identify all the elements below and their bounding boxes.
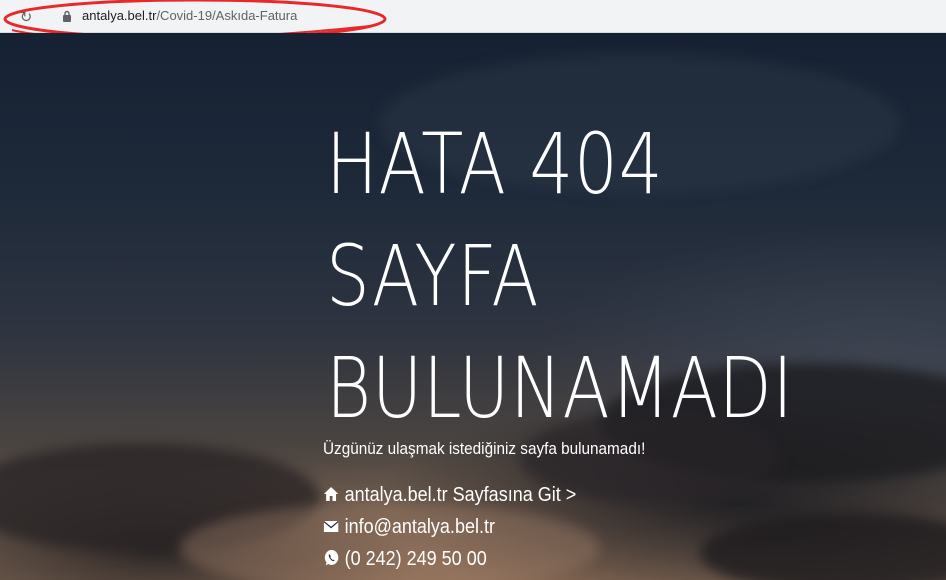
- headline-line-3: BULUNAMADI: [326, 339, 794, 437]
- reload-icon[interactable]: ↻: [18, 9, 34, 25]
- lock-icon[interactable]: [62, 10, 72, 22]
- browser-address-bar: ↻ antalya.bel.tr/Covid-19/Askıda-Fatura: [0, 0, 946, 41]
- phone-row[interactable]: (0 242) 249 50 00: [323, 546, 487, 572]
- error-subtitle: Üzgünüz ulaşmak istediğiniz sayfa buluna…: [323, 439, 646, 458]
- whatsapp-icon: [324, 550, 339, 566]
- email-row[interactable]: info@antalya.bel.tr: [323, 514, 495, 540]
- headline-line-2: SAYFA: [326, 227, 540, 325]
- phone-number[interactable]: (0 242) 249 50 00: [345, 548, 487, 570]
- url-path: /Covid-19/Askıda-Fatura: [156, 8, 298, 23]
- headline-line-1: HATA 404: [326, 115, 664, 213]
- url-field[interactable]: antalya.bel.tr/Covid-19/Askıda-Fatura: [82, 7, 297, 25]
- email-link[interactable]: info@antalya.bel.tr: [345, 516, 495, 538]
- error-headline: HATA 404 SAYFA BULUNAMADI: [326, 108, 794, 444]
- home-link-row[interactable]: antalya.bel.tr Sayfasına Git >: [323, 482, 576, 508]
- home-link[interactable]: antalya.bel.tr Sayfasına Git >: [345, 484, 577, 506]
- home-icon: [323, 487, 339, 501]
- url-domain: antalya.bel.tr: [82, 8, 157, 23]
- mail-icon: [323, 520, 339, 532]
